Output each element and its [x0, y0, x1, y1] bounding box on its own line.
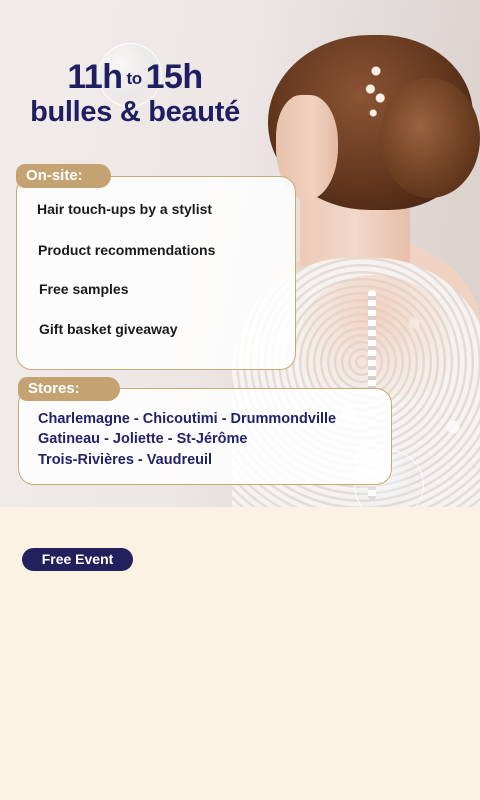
onsite-label: On-site: [16, 164, 111, 188]
stores-label: Stores: [18, 377, 120, 401]
event-time: 11h to 15h [10, 58, 260, 97]
onsite-item: Gift basket giveaway [39, 321, 178, 337]
hero-banner: 11h to 15h bulles & beauté On-site: Hair t… [0, 0, 480, 507]
onsite-item: Product recommendations [38, 242, 216, 258]
onsite-item: Free samples [39, 281, 129, 297]
time-start: 11h [67, 58, 123, 96]
time-end: 15h [145, 58, 204, 96]
store-list-line: Charlemagne - Chicoutimi - Drummondville [38, 411, 337, 427]
store-list-line: Gatineau - Joliette - St-Jérôme [38, 431, 248, 447]
bride-photo-bun [380, 78, 480, 198]
time-to: to [126, 69, 143, 89]
event-title: bulles & beauté [30, 96, 240, 128]
pearl-hairpin-icon [362, 62, 390, 122]
free-event-button[interactable]: Free Event [22, 548, 133, 571]
onsite-item: Hair touch-ups by a stylist [37, 201, 213, 217]
store-list-line: Trois-Rivières - Vaudreuil [38, 452, 213, 468]
